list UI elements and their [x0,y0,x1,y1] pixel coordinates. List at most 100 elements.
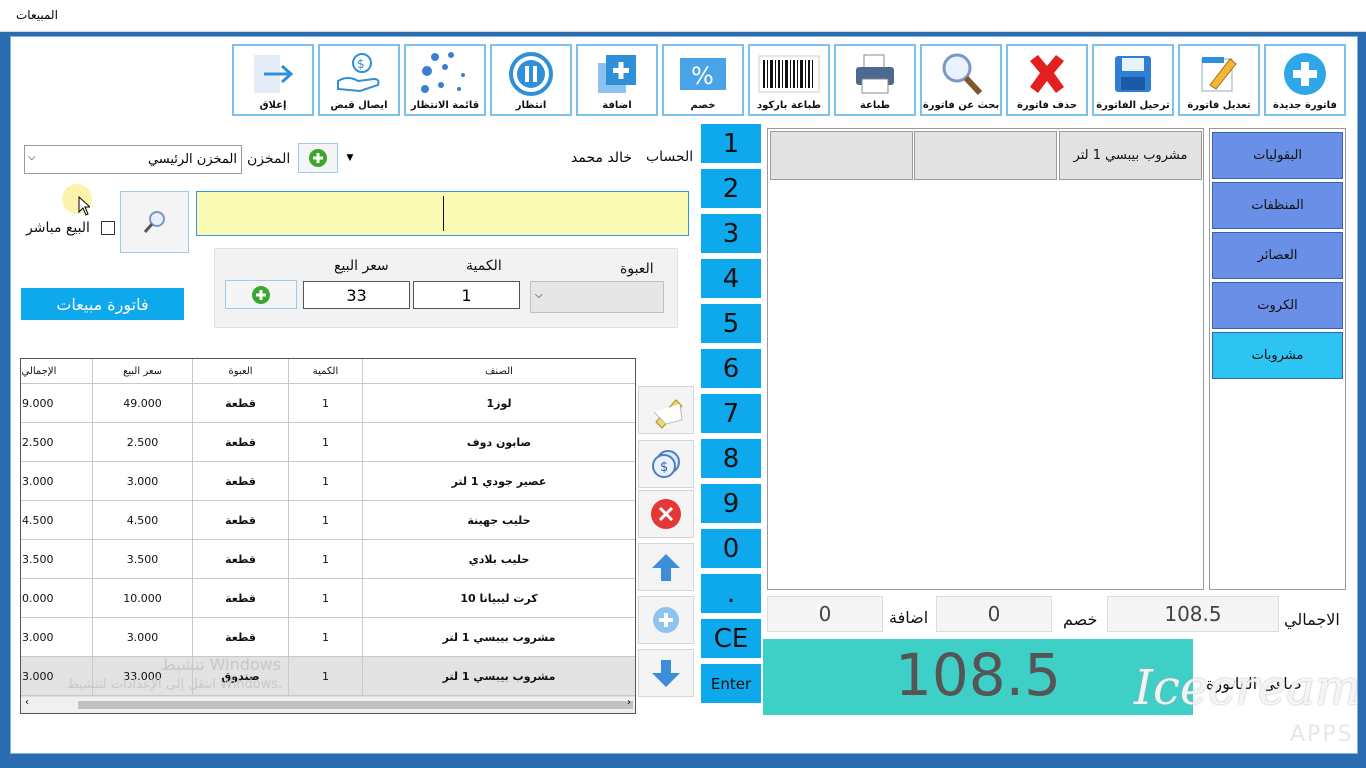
table-row[interactable]: 0.000 10.000 قطعة 1 كرت ليبيانا 10 [21,578,635,618]
grid-cell: عصير جودي 1 لتر [362,461,635,501]
table-row[interactable]: 3.000 3.000 قطعة 1 عصير جودي 1 لتر [21,461,635,501]
toolbar-button-label: حذف فاتورة [1016,100,1078,111]
keypad-key-8[interactable]: 8 [701,439,761,481]
red-x-icon [1008,52,1086,96]
store-select[interactable]: المخزن الرئيسي ⌵ [24,145,242,174]
price-input[interactable]: 33 [303,281,410,309]
keypad-key-7[interactable]: 7 [701,394,761,436]
quantity-value: 1 [461,286,472,305]
delete-invoice-button[interactable]: حذف فاتورة [1006,44,1088,116]
table-row[interactable]: 2.500 2.500 قطعة 1 صابون دوف [21,422,635,462]
delete-row-button[interactable] [638,490,694,538]
table-row[interactable]: 3.000 3.000 قطعة 1 مشروب بيبسي 1 لتر [21,617,635,657]
chevron-down-icon: ⌵ [28,152,36,163]
keypad-key-3[interactable]: 3 [701,214,761,256]
pencil-paper-icon [653,399,683,429]
grid-header-cell: سعر البيع [92,359,193,384]
add-item-button[interactable] [225,280,297,309]
direct-sale-checkbox[interactable] [101,221,115,235]
add-account-button[interactable] [298,143,338,173]
add-button[interactable]: اضافة [576,44,658,116]
account-dropdown-icon[interactable]: ▼ [342,143,358,173]
total-label: الاجمالي [1284,610,1340,629]
quantity-input[interactable]: 1 [413,281,520,309]
payment-row-button[interactable]: $ [638,440,694,488]
new-invoice-button[interactable]: فاتورة جديدة [1264,44,1346,116]
grid-cell: كرت ليبيانا 10 [362,578,635,618]
hold-button[interactable]: انتظار [490,44,572,116]
grid-cell: 1 [288,617,363,657]
toolbar-button-label: ترحيل الفاتورة [1096,100,1170,111]
grid-cell: قطعة [192,617,289,657]
scroll-right-icon[interactable]: › [627,697,631,708]
discount-button[interactable]: % خصم [662,44,744,116]
discount-value: 0 [987,602,1001,626]
discount-value-field[interactable]: 0 [936,596,1052,632]
svg-text:$: $ [660,460,668,475]
grid-cell: 1 [288,539,363,579]
keypad-key-enter[interactable]: Enter [701,664,761,706]
close-button[interactable]: إغلاق [232,44,314,116]
grid-cell: مشروب بيبسي 1 لتر [362,656,635,696]
grid-header-cell: العبوة [192,359,289,384]
edit-row-button[interactable] [638,386,694,434]
scroll-thumb[interactable] [78,701,633,709]
exit-arrow-icon [234,52,312,96]
title-bar: المبيعات [0,0,1366,32]
product-tile[interactable]: مشروب بيبسي 1 لتر [1059,131,1202,180]
move-down-button[interactable] [638,649,694,697]
package-select[interactable]: ⌵ [530,281,664,313]
keypad-key-9[interactable]: 9 [701,484,761,526]
grid-cell: قطعة [192,422,289,462]
keypad-key-6[interactable]: 6 [701,349,761,391]
grid-cell: 2.500 [92,422,193,462]
arrow-up-icon [652,554,680,581]
table-row[interactable]: 3.500 3.500 قطعة 1 حليب بلادي [21,539,635,579]
keypad-key-1[interactable]: 1 [701,124,761,166]
category-button[interactable]: العصائر [1212,232,1343,279]
print-button[interactable]: طباعة [834,44,916,116]
grid-cell: 3.000 [92,461,193,501]
toolbar-button-label: ايصال قبض [330,100,388,111]
table-row[interactable]: 4.500 4.500 قطعة 1 حليب جهينة [21,500,635,540]
move-up-button[interactable] [638,543,694,591]
grid-cell: قطعة [192,578,289,618]
account-label: الحساب [646,149,694,165]
category-button[interactable]: الكروت [1212,282,1343,329]
table-row[interactable]: 9.000 49.000 قطعة 1 لوز1 [21,383,635,423]
receipt-button[interactable]: $ ايصال قبض [318,44,400,116]
scroll-left-icon[interactable]: ‹ [25,697,29,708]
category-button[interactable]: المنظفات [1212,182,1343,229]
search-item-button[interactable] [120,191,189,253]
horizontal-scrollbar[interactable]: ‹ › [21,696,635,713]
barcode-input[interactable] [196,191,689,236]
keypad-key-dot[interactable]: . [701,574,761,616]
grid-cell: قطعة [192,461,289,501]
brand-watermark-sub: APPS [1290,722,1354,747]
product-tile[interactable] [770,131,913,180]
category-button[interactable]: مشروبات [1212,332,1343,379]
keypad-key-0[interactable]: 0 [701,529,761,571]
grid-cell: 3.500 [92,539,193,579]
account-field[interactable]: خالد محمد [358,143,638,174]
grid-cell: 1 [288,383,363,423]
addition-value-field[interactable]: 0 [767,596,883,632]
grid-cell: 9.000 [21,383,93,423]
print-barcode-button[interactable]: طباعة باركود [748,44,830,116]
keypad-key-2[interactable]: 2 [701,169,761,211]
add-row-button[interactable] [638,596,694,644]
toolbar-button-label: بحث عن فاتورة [922,100,1000,111]
toolbar-button-label: فاتورة جديدة [1273,100,1337,111]
keypad-key-5[interactable]: 5 [701,304,761,346]
category-button[interactable]: البقوليات [1212,132,1343,179]
floppy-save-icon [1094,52,1172,96]
money-hand-icon: $ [320,52,398,96]
edit-invoice-button[interactable]: تعديل فاتورة [1178,44,1260,116]
waiting-list-button[interactable]: قائمة الانتظار [404,44,486,116]
keypad-key-ce[interactable]: CE [701,619,761,661]
product-tile[interactable] [914,131,1057,180]
post-invoice-button[interactable]: ترحيل الفاتورة [1092,44,1174,116]
keypad-key-4[interactable]: 4 [701,259,761,301]
grid-cell: قطعة [192,500,289,540]
search-invoice-button[interactable]: بحث عن فاتورة [920,44,1002,116]
